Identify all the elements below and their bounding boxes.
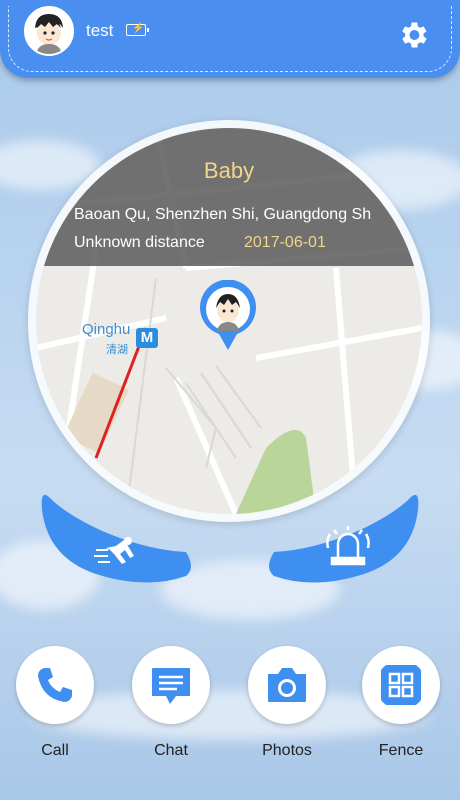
chat-button[interactable] <box>132 646 210 724</box>
avatar-icon[interactable] <box>24 6 74 56</box>
camera-icon <box>268 668 306 702</box>
fence-label: Fence <box>378 742 424 759</box>
header-stitch <box>8 6 452 72</box>
chat-label: Chat <box>154 742 188 759</box>
distance-text: Unknown distance <box>74 234 205 251</box>
fence-grid-icon <box>381 665 421 705</box>
photos-label: Photos <box>262 742 312 759</box>
call-label: Call <box>41 742 69 759</box>
date-text: 2017-06-01 <box>244 234 326 251</box>
battery-charging-icon: ⚡ <box>126 23 149 36</box>
top-bar: test ⚡ <box>0 0 460 78</box>
sos-alarm-button[interactable] <box>266 488 424 588</box>
phone-icon <box>38 668 72 702</box>
station-label: Qinghu <box>82 321 131 338</box>
gear-icon[interactable] <box>396 18 430 52</box>
call-button[interactable] <box>16 646 94 724</box>
chat-icon <box>152 668 190 704</box>
location-pin-icon[interactable] <box>199 280 257 350</box>
metro-icon: M <box>136 328 158 348</box>
baby-name: Baby <box>203 158 255 183</box>
location-map[interactable]: Baby Baoan Qu, Shenzhen Shi, Guangdong S… <box>36 128 422 514</box>
track-mode-button[interactable] <box>36 488 194 588</box>
photos-button[interactable] <box>248 646 326 724</box>
user-name: test <box>86 21 114 40</box>
station-sub-label: 清湖 <box>106 344 128 356</box>
fence-button[interactable] <box>362 646 440 724</box>
address-text: Baoan Qu, Shenzhen Shi, Guangdong Sh <box>74 206 372 223</box>
